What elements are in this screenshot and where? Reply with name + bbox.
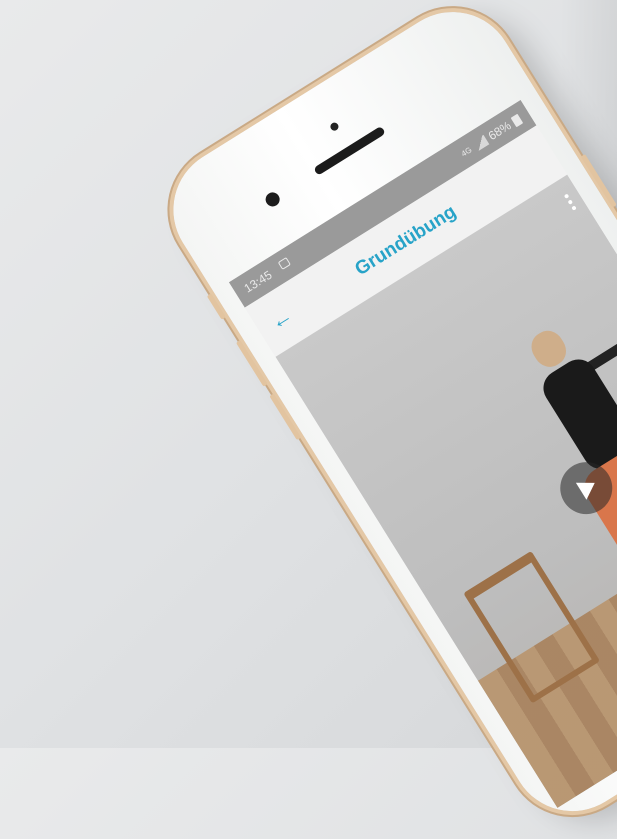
image-notification-icon [277,257,291,270]
more-vertical-icon[interactable] [563,193,578,212]
battery-percent: 68% [485,118,514,143]
signal-icon [471,134,490,152]
network-type: 4G [459,144,474,159]
phone: 13:45 4G 68% ← Grundübung [150,0,617,835]
battery-icon [510,113,523,127]
